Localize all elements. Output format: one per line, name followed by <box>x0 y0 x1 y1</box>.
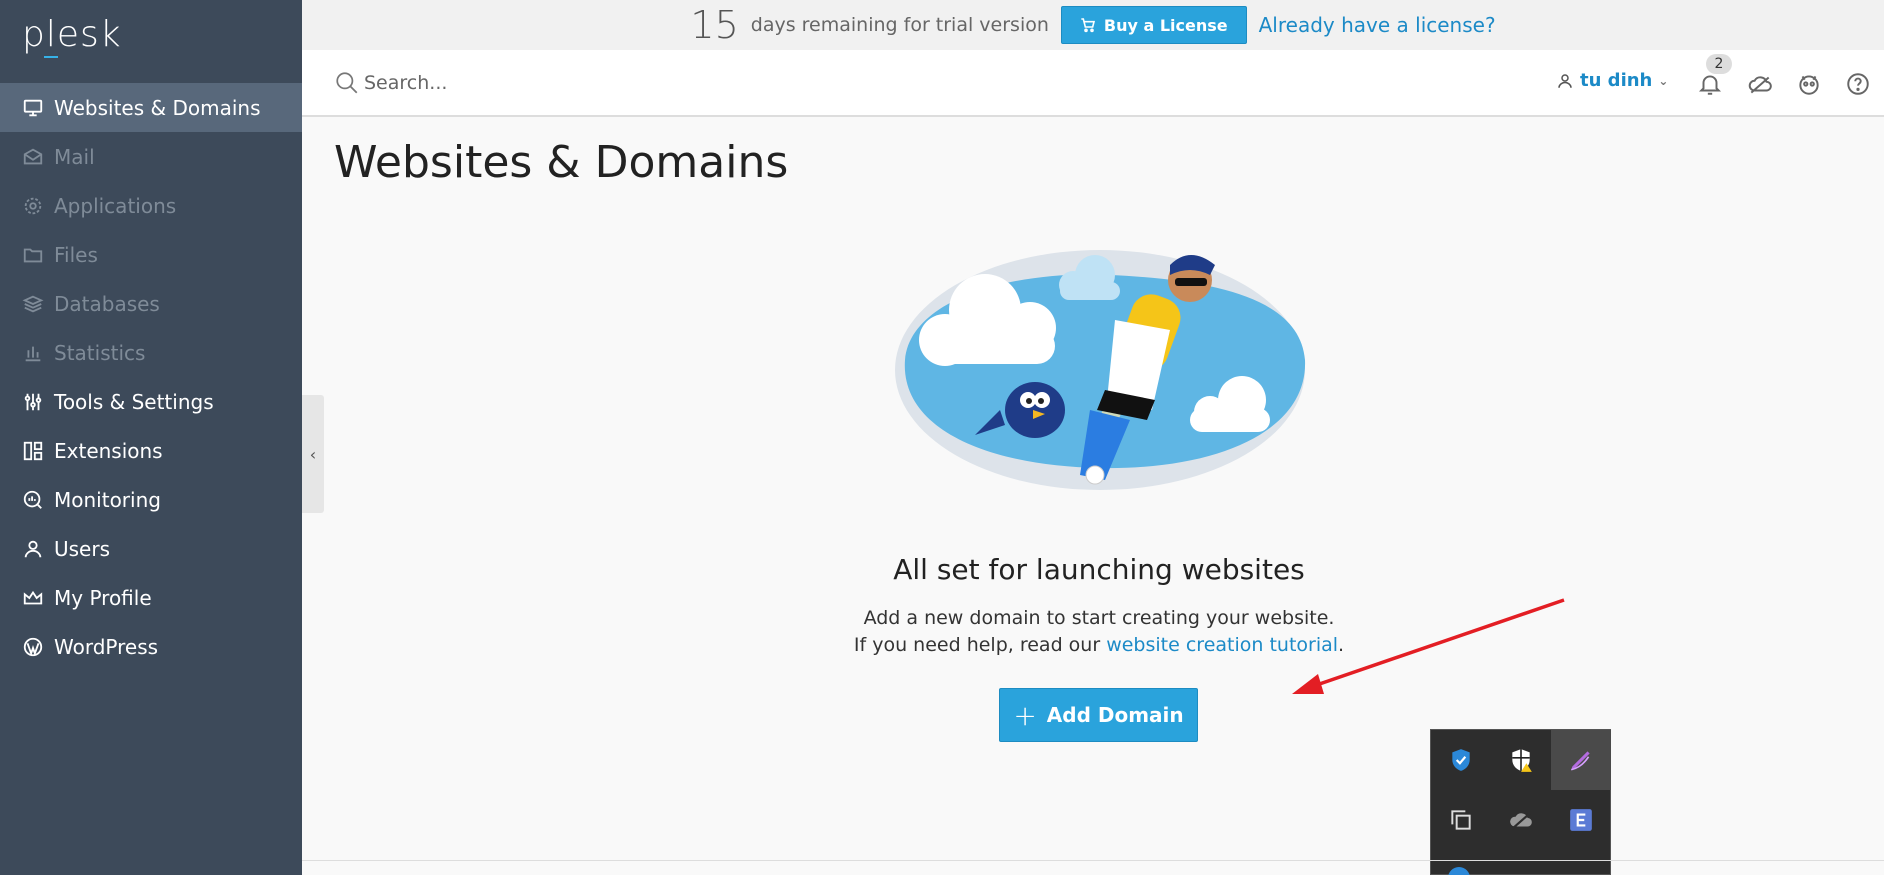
plus-icon: + <box>1013 698 1037 732</box>
system-tray-popup <box>1430 729 1611 875</box>
add-domain-button[interactable]: + Add Domain <box>999 688 1198 742</box>
user-icon <box>1558 73 1572 88</box>
plesk-logo[interactable]: plesk <box>22 14 122 58</box>
cloud-icon[interactable] <box>1747 71 1773 97</box>
already-have-license-link[interactable]: Already have a license? <box>1259 13 1496 37</box>
page-title: Websites & Domains <box>334 137 789 188</box>
sidebar-item-users[interactable]: Users <box>0 524 302 573</box>
sidebar-collapse-handle[interactable]: ‹ <box>302 395 324 513</box>
sidebar-item-extensions[interactable]: Extensions <box>0 426 302 475</box>
monitoring-icon <box>22 489 44 511</box>
sidebar-item-tools-settings[interactable]: Tools & Settings <box>0 377 302 426</box>
help-text-prefix: If you need help, read our <box>853 634 1101 656</box>
sidebar-item-label: Files <box>54 242 98 267</box>
crown-icon <box>22 587 44 609</box>
sliders-icon <box>22 391 44 413</box>
tray-item-app-e[interactable] <box>1551 790 1611 850</box>
sidebar-item-label: Applications <box>54 193 177 218</box>
sidebar-item-label: My Profile <box>54 585 152 610</box>
extensions-icon <box>22 440 44 462</box>
sidebar-item-wordpress[interactable]: WordPress <box>0 622 302 671</box>
folder-icon <box>22 244 44 266</box>
sidebar-item-label: WordPress <box>54 634 159 659</box>
sidebar-item-applications[interactable]: Applications <box>0 181 302 230</box>
sidebar: plesk Websites & Domains Mail Applicatio… <box>0 0 302 875</box>
red-arrow-annotation <box>1292 598 1565 694</box>
header: tu dinh ⌄ 2 <box>302 50 1884 117</box>
search-icon <box>336 72 358 94</box>
buy-license-button[interactable]: Buy a License <box>1060 6 1247 44</box>
trial-bar: 15 days remaining for trial version Buy … <box>302 0 1884 50</box>
search-input[interactable] <box>364 66 964 100</box>
user-icon <box>22 538 44 560</box>
sidebar-item-monitoring[interactable]: Monitoring <box>0 475 302 524</box>
tray-item-partial[interactable] <box>1448 867 1470 875</box>
cloud-off-icon <box>1510 812 1532 830</box>
gear-icon <box>22 195 44 217</box>
tray-item-pen[interactable] <box>1551 730 1611 790</box>
security-warning-icon <box>1512 749 1532 772</box>
chevron-left-icon: ‹ <box>309 444 317 464</box>
sidebar-item-label: Users <box>54 536 111 561</box>
trial-text: days remaining for trial version <box>750 14 1049 36</box>
sidebar-item-files[interactable]: Files <box>0 230 302 279</box>
tray-item-security-warning[interactable] <box>1491 730 1551 790</box>
sidebar-item-databases[interactable]: Databases <box>0 279 302 328</box>
copy-icon <box>1451 810 1471 830</box>
footer-divider <box>302 860 1884 861</box>
rocket-man-illustration <box>895 250 1306 490</box>
wordpress-icon <box>22 636 44 658</box>
sidebar-item-statistics[interactable]: Statistics <box>0 328 302 377</box>
tray-item-onedrive[interactable] <box>1491 790 1551 850</box>
sidebar-item-websites-domains[interactable]: Websites & Domains <box>0 83 302 132</box>
pen-icon <box>1571 751 1590 771</box>
layers-icon <box>22 293 44 315</box>
sidebar-item-my-profile[interactable]: My Profile <box>0 573 302 622</box>
sidebar-item-label: Statistics <box>54 340 146 365</box>
buy-license-label: Buy a License <box>1103 15 1228 35</box>
advisor-icon[interactable] <box>1796 71 1822 97</box>
sidebar-item-label: Mail <box>54 144 95 169</box>
sidebar-item-mail[interactable]: Mail <box>0 132 302 181</box>
notifications-icon[interactable] <box>1697 71 1723 97</box>
sidebar-item-label: Tools & Settings <box>54 389 214 414</box>
defender-icon <box>1452 749 1470 771</box>
mail-icon <box>22 146 44 168</box>
monitor-icon <box>22 97 44 119</box>
bar-chart-icon <box>22 342 44 364</box>
empty-state-heading: All set for launching websites <box>893 553 1305 586</box>
sidebar-item-label: Databases <box>54 291 160 316</box>
trial-days-count: 15 <box>690 3 739 47</box>
add-domain-label: Add Domain <box>1046 703 1184 727</box>
user-menu[interactable]: tu dinh ⌄ <box>1556 70 1668 91</box>
cart-icon <box>1081 18 1095 33</box>
tray-item-copy[interactable] <box>1431 790 1491 850</box>
sidebar-item-label: Monitoring <box>54 487 161 512</box>
tray-item-defender[interactable] <box>1431 730 1491 790</box>
app-e-icon <box>1570 809 1592 831</box>
sidebar-item-label: Websites & Domains <box>54 95 261 120</box>
user-name: tu dinh <box>1580 70 1653 91</box>
chevron-down-icon: ⌄ <box>1658 73 1669 88</box>
sidebar-nav: Websites & Domains Mail Applications Fil… <box>0 83 302 671</box>
sidebar-item-label: Extensions <box>54 438 163 463</box>
help-icon[interactable] <box>1845 71 1871 97</box>
